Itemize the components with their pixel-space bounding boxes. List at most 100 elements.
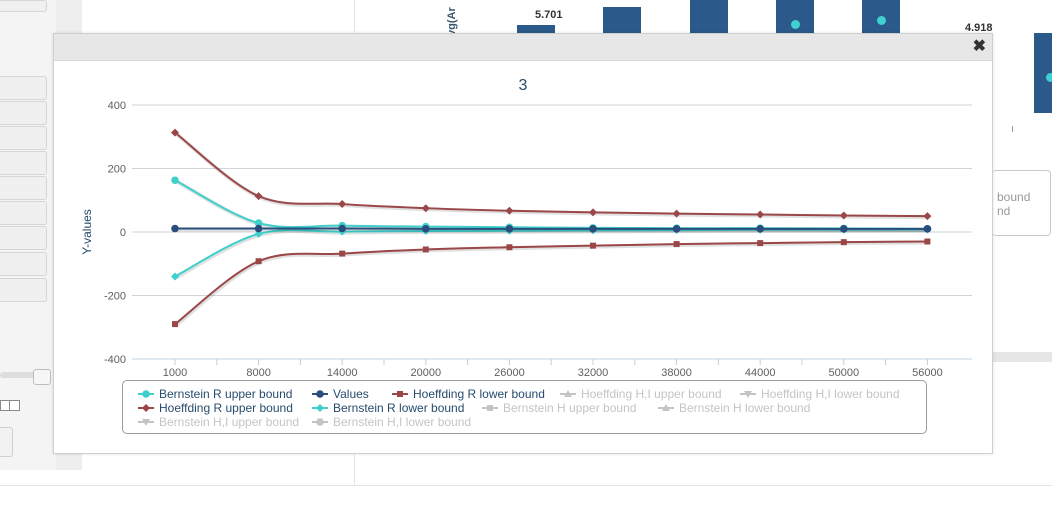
data-point (840, 225, 848, 233)
legend-marker (316, 418, 324, 426)
x-tick-label: 14000 (327, 367, 358, 379)
legend-symbol (482, 405, 498, 411)
legend-symbol (312, 404, 328, 412)
legend-marker (487, 405, 493, 411)
background-checkbox (9, 400, 20, 411)
legend-symbol (312, 390, 328, 398)
background-legend-text: nd (997, 204, 1011, 218)
y-tick-label: 0 (120, 227, 126, 239)
background-tick (1012, 126, 1013, 132)
data-point (339, 250, 346, 257)
background-bar (690, 0, 728, 35)
background-divider (0, 485, 1052, 486)
x-tick-label: 32000 (578, 367, 609, 379)
background-field (0, 101, 47, 125)
data-point (672, 225, 681, 233)
background-field (0, 126, 47, 150)
legend-label: Bernstein H upper bound (503, 401, 637, 415)
background-field (0, 76, 47, 100)
background-field (0, 0, 47, 12)
background-field (0, 151, 47, 175)
x-tick-label: 8000 (246, 367, 270, 379)
background-point (791, 20, 800, 29)
background-slider-handle (33, 369, 51, 385)
legend-label: Hoeffding R lower bound (413, 387, 545, 401)
data-point (172, 321, 178, 328)
background-bar (603, 7, 641, 35)
legend-symbol (138, 419, 154, 426)
chart-title: 3 (519, 77, 528, 94)
legend-label: Bernstein H,I upper bound (159, 415, 300, 429)
data-point (422, 225, 430, 233)
data-point (338, 224, 347, 233)
background-field (0, 201, 47, 225)
dialog-header[interactable]: ✖ (54, 34, 992, 61)
legend-label: Bernstein R lower bound (333, 401, 465, 415)
y-axis-title: Y-values (80, 209, 94, 255)
background-legend-text: bound (997, 190, 1031, 204)
x-tick-label: 44000 (745, 367, 776, 379)
data-point (255, 258, 262, 265)
data-point (171, 176, 179, 185)
chart-dialog: ✖ 3 400 200 0 -200 -400 Y-values 1000 8000 14000 2… (53, 33, 993, 454)
y-tick-label: 400 (108, 100, 126, 112)
data-point (757, 240, 764, 247)
x-tick-label: 50000 (829, 367, 860, 379)
chart-legend: Bernstein R upper bound Values Hoeffding R… (122, 380, 927, 434)
y-tick-label: -200 (104, 291, 126, 303)
x-tick-label: 26000 (494, 367, 525, 379)
background-point (1046, 73, 1052, 82)
series-line (174, 240, 928, 325)
y-tick-label: -400 (104, 354, 126, 366)
x-tick-label: 1000 (163, 367, 187, 379)
legend-marker (316, 404, 324, 412)
data-point (505, 225, 514, 233)
data-point (590, 242, 596, 249)
data-point (506, 244, 513, 251)
data-point (923, 225, 932, 233)
series-line (174, 228, 928, 278)
legend-symbol (658, 404, 674, 411)
legend-symbol (392, 391, 408, 397)
background-axis-title: vg(Ar (446, 7, 458, 36)
legend-symbol (560, 390, 576, 397)
legend-label: Bernstein H,I lower bound (333, 415, 472, 429)
data-point (840, 239, 847, 246)
legend-label: Hoeffding H,I lower bound (761, 387, 900, 401)
data-point (756, 225, 764, 233)
data-point (589, 225, 597, 233)
legend-marker (142, 404, 150, 412)
series-line (174, 131, 928, 218)
background-bar-label: 5.701 (535, 9, 563, 21)
legend-label: Hoeffding R upper bound (159, 401, 293, 415)
x-tick-label: 20000 (411, 367, 442, 379)
legend-symbol (312, 418, 328, 426)
series-line-shadow (174, 132, 929, 220)
background-field (0, 226, 47, 250)
data-point (673, 241, 680, 248)
legend-marker (397, 391, 403, 397)
legend-symbol (740, 391, 756, 398)
x-tick-label: 38000 (661, 367, 692, 379)
legend-label: Values (333, 387, 369, 401)
y-tick-label: 200 (108, 164, 126, 176)
legend-symbol (138, 404, 154, 412)
background-bar (776, 0, 814, 35)
legend-label: Hoeffding H,I upper bound (581, 387, 722, 401)
legend-label: Bernstein H lower bound (679, 401, 811, 415)
background-scrollbar (992, 352, 1052, 362)
data-point (254, 224, 263, 233)
background-field (0, 278, 47, 302)
background-button (0, 427, 13, 457)
legend-label: Bernstein R upper bound (159, 387, 293, 401)
background-field (0, 252, 47, 276)
legend-marker (316, 390, 324, 398)
background-point (877, 16, 886, 25)
data-point (171, 272, 179, 281)
close-icon[interactable]: ✖ (973, 37, 986, 57)
data-point (924, 238, 931, 245)
data-point (422, 246, 429, 253)
data-point (171, 224, 179, 233)
legend-symbol (138, 390, 154, 398)
legend-marker (142, 390, 150, 398)
